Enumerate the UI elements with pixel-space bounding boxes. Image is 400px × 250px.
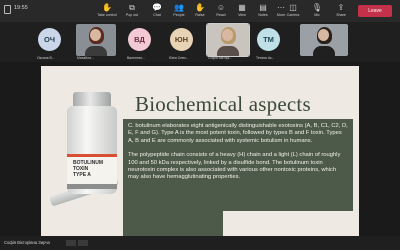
participant-tile[interactable]: ВД Валентин...: [126, 24, 156, 60]
camera-icon: ◫: [289, 3, 297, 12]
participant-video[interactable]: [206, 23, 250, 57]
mic-icon: 🎙: [311, 3, 323, 12]
participant-name: Софія Вікторі...: [208, 56, 233, 60]
vial-label: BOTULINUM TOXIN TYPE A: [67, 154, 117, 184]
participant-name: Валентин...: [127, 56, 146, 60]
participant-face: [90, 29, 101, 41]
slide-paragraph-1: C. botulinum elaborates eight antigenica…: [128, 123, 348, 144]
vial-label-line-3: TYPE A: [73, 172, 91, 178]
meeting-timer: 19:55: [14, 5, 28, 11]
participant-tile[interactable]: ЮН Юлія Олек...: [168, 24, 198, 60]
participant-name: Оксана В...: [37, 56, 55, 60]
avatar: ТМ: [257, 28, 280, 51]
presenter-bar: Софія Вікторівна Зирча: [0, 236, 400, 250]
people-icon: 👥: [174, 3, 184, 12]
popout-icon: ⧉: [129, 3, 135, 12]
participant-tile[interactable]: ТМ Тетяна Ак...: [255, 24, 285, 60]
take-control-button[interactable]: ✋ Take control: [96, 3, 118, 21]
participant-body: [313, 46, 335, 56]
avatar: ЮН: [170, 28, 193, 51]
meeting-icon: [4, 5, 11, 14]
participant-face: [318, 29, 329, 41]
vial-stripe: [67, 184, 117, 189]
avatar: ВД: [128, 28, 151, 51]
meeting-toolbar: 19:55 ✋ Take control ⧉ Pop out 💬 Chat 👥 People ✋…: [0, 0, 400, 22]
hand-icon: ✋: [102, 3, 112, 12]
avatar: ОЧ: [38, 28, 61, 51]
share-button[interactable]: ⇪ Share: [330, 3, 352, 21]
chat-button[interactable]: 💬 Chat: [146, 3, 168, 21]
participant-name: Михайли...: [77, 56, 94, 60]
people-button[interactable]: 👥 People: [168, 3, 190, 21]
leave-button[interactable]: Leave: [358, 5, 392, 17]
participant-name: Тетяна Ак...: [256, 56, 275, 60]
presenter-name: Софія Вікторівна Зирча: [4, 240, 50, 245]
participant-tile[interactable]: ОЧ Оксана В...: [36, 24, 66, 60]
raise-button[interactable]: ✋ Raise: [189, 3, 211, 21]
next-slide-button[interactable]: [78, 240, 88, 246]
slide-title: Biochemical aspects: [135, 92, 311, 116]
pop-out-button[interactable]: ⧉ Pop out: [121, 3, 143, 21]
participant-body: [85, 46, 107, 56]
view-icon: ▦: [238, 3, 246, 12]
slide-paragraph-2: The polypeptide chain consists of a heav…: [128, 152, 341, 181]
view-button[interactable]: ▦ View: [231, 3, 253, 21]
react-button[interactable]: ☺ React: [210, 3, 232, 21]
mic-button[interactable]: 🎙 Mic: [306, 3, 328, 21]
participant-video[interactable]: [76, 24, 116, 56]
slide-text-box: C. botulinum elaborates eight antigenica…: [123, 119, 353, 211]
raise-hand-icon: ✋: [195, 3, 205, 12]
participants-strip: ОЧ Оксана В... Михайли... ВД Валентин... ЮН Юл…: [0, 22, 400, 62]
slide-accent-bar: [123, 211, 223, 236]
shared-screen: BOTULINUM TOXIN TYPE A Biochemical aspec…: [0, 62, 400, 236]
participant-video[interactable]: [300, 24, 348, 56]
participant-body: [217, 46, 239, 56]
prev-slide-button[interactable]: [66, 240, 76, 246]
chat-icon: 💬: [152, 3, 162, 12]
share-icon: ⇪: [337, 3, 345, 12]
toolbar-button-label: Share: [336, 13, 346, 17]
camera-button[interactable]: ◫ Camera: [282, 3, 304, 21]
participant-face: [222, 29, 233, 41]
participant-name: Юлія Олек...: [169, 56, 189, 60]
react-icon: ☺: [216, 3, 226, 12]
presentation-slide: BOTULINUM TOXIN TYPE A Biochemical aspec…: [41, 66, 359, 236]
